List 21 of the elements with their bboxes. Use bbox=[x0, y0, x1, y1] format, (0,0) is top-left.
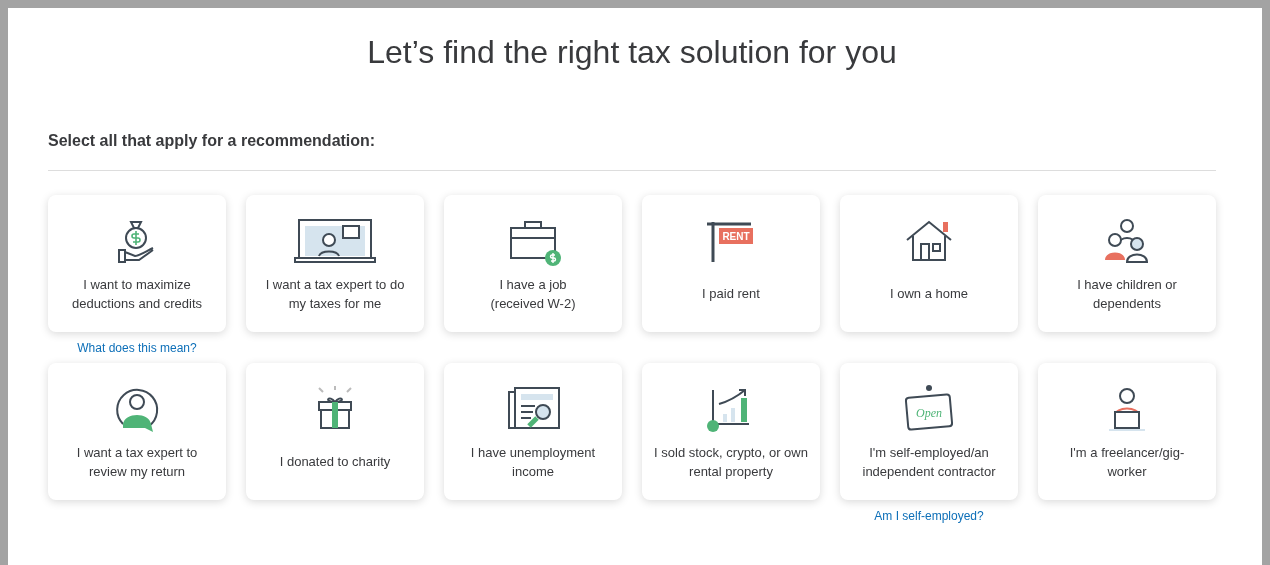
laptop-person-icon bbox=[293, 216, 377, 266]
option-tile[interactable]: I have children or dependents bbox=[1038, 195, 1216, 332]
option-tile[interactable]: I'm a freelancer/gig- worker bbox=[1038, 363, 1216, 500]
option-tile[interactable]: I want a tax expert to review my return bbox=[48, 363, 226, 500]
option-tile[interactable]: I have unemployment income bbox=[444, 363, 622, 500]
option-tile[interactable]: I sold stock, crypto, or own rental property bbox=[642, 363, 820, 500]
option-tile[interactable]: I own a home bbox=[840, 195, 1018, 332]
option-tile[interactable]: I want to maximize deductions and credits bbox=[48, 195, 226, 332]
for-rent-sign-icon bbox=[705, 220, 753, 264]
sign-text: Open bbox=[916, 406, 942, 420]
help-link[interactable]: Am I self-employed? bbox=[874, 508, 984, 523]
open-sign-icon bbox=[904, 385, 954, 431]
option-tile[interactable]: I want a tax expert to do my taxes for me bbox=[246, 195, 424, 332]
page-title: Let’s find the right tax solution for you bbox=[366, 33, 898, 72]
option-tile[interactable]: Open I'm self-employed/an independent contractor bbox=[840, 363, 1018, 500]
option-tile[interactable]: RENT I paid rent bbox=[642, 195, 820, 332]
option-tile[interactable]: I donated to charity bbox=[246, 363, 424, 500]
sign-text: RENT bbox=[722, 231, 750, 242]
help-link[interactable]: What does this mean? bbox=[77, 340, 197, 355]
option-tile[interactable]: I have a job (received W-2) bbox=[444, 195, 622, 332]
section-heading: Select all that apply for a recommendation: bbox=[48, 132, 377, 150]
